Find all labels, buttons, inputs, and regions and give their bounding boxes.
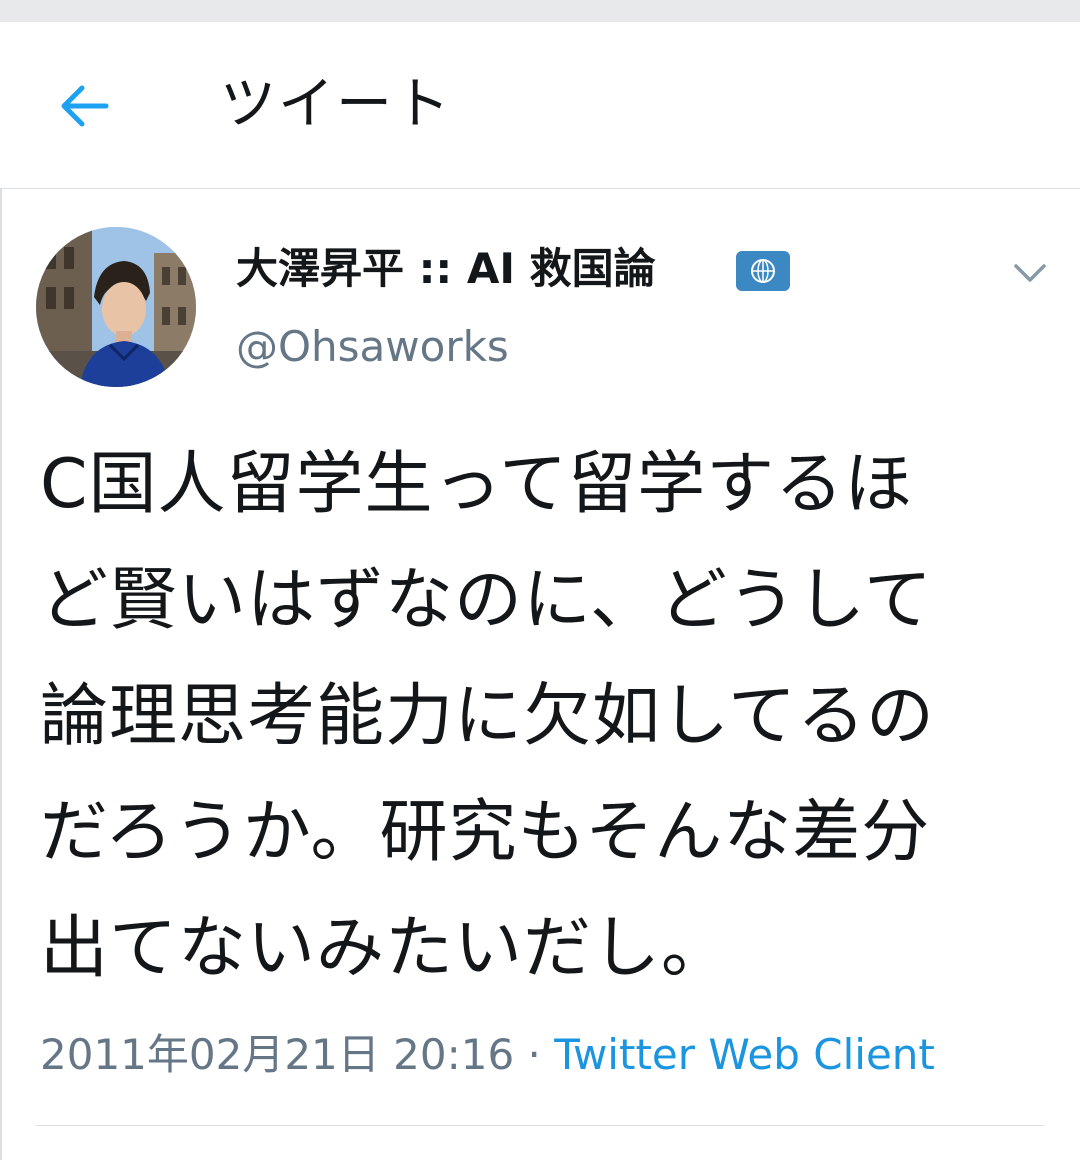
- page-title: ツイート: [220, 72, 452, 137]
- tweet-meta: 2011年02月21日 20:16 · Twitter Web Client: [40, 1027, 935, 1083]
- app-header: ツイート: [0, 22, 1080, 189]
- tweet-text-line: だろうか。研究もそんな差分: [40, 793, 931, 872]
- tweet-text-line: 出てないみたいだし。: [40, 909, 731, 988]
- tweet-text-line: C国人留学生って留学するほ: [40, 445, 914, 524]
- back-button[interactable]: [52, 78, 116, 134]
- divider: [36, 1125, 1044, 1126]
- tweet-source-link[interactable]: Twitter Web Client: [554, 1030, 935, 1079]
- avatar-photo: [36, 227, 196, 387]
- tweet-text-line: ど賢いはずなのに、どうして: [40, 561, 933, 640]
- avatar[interactable]: [36, 227, 196, 387]
- arrow-left-icon: [61, 85, 109, 127]
- tweet-menu-button[interactable]: [1008, 251, 1052, 295]
- chevron-down-icon: [1014, 264, 1046, 282]
- user-handle[interactable]: @Ohsaworks: [236, 319, 509, 375]
- tweet-text-line: 論理思考能力に欠如してるの: [40, 677, 935, 756]
- status-bar: [0, 0, 1080, 22]
- tweet-text: C国人留学生って留学するほ ど賢いはずなのに、どうして 論理思考能力に欠如してる…: [40, 427, 1050, 1007]
- display-name[interactable]: 大澤昇平 :: AI 救国論: [236, 241, 656, 297]
- tweet-timestamp[interactable]: 2011年02月21日 20:16: [40, 1030, 514, 1079]
- meta-separator: ·: [527, 1030, 541, 1079]
- tweet-detail: 大澤昇平 :: AI 救国論 @Ohsaworks C国人留学生って留学するほ …: [0, 189, 1080, 1160]
- un-emblem-icon: [736, 251, 790, 291]
